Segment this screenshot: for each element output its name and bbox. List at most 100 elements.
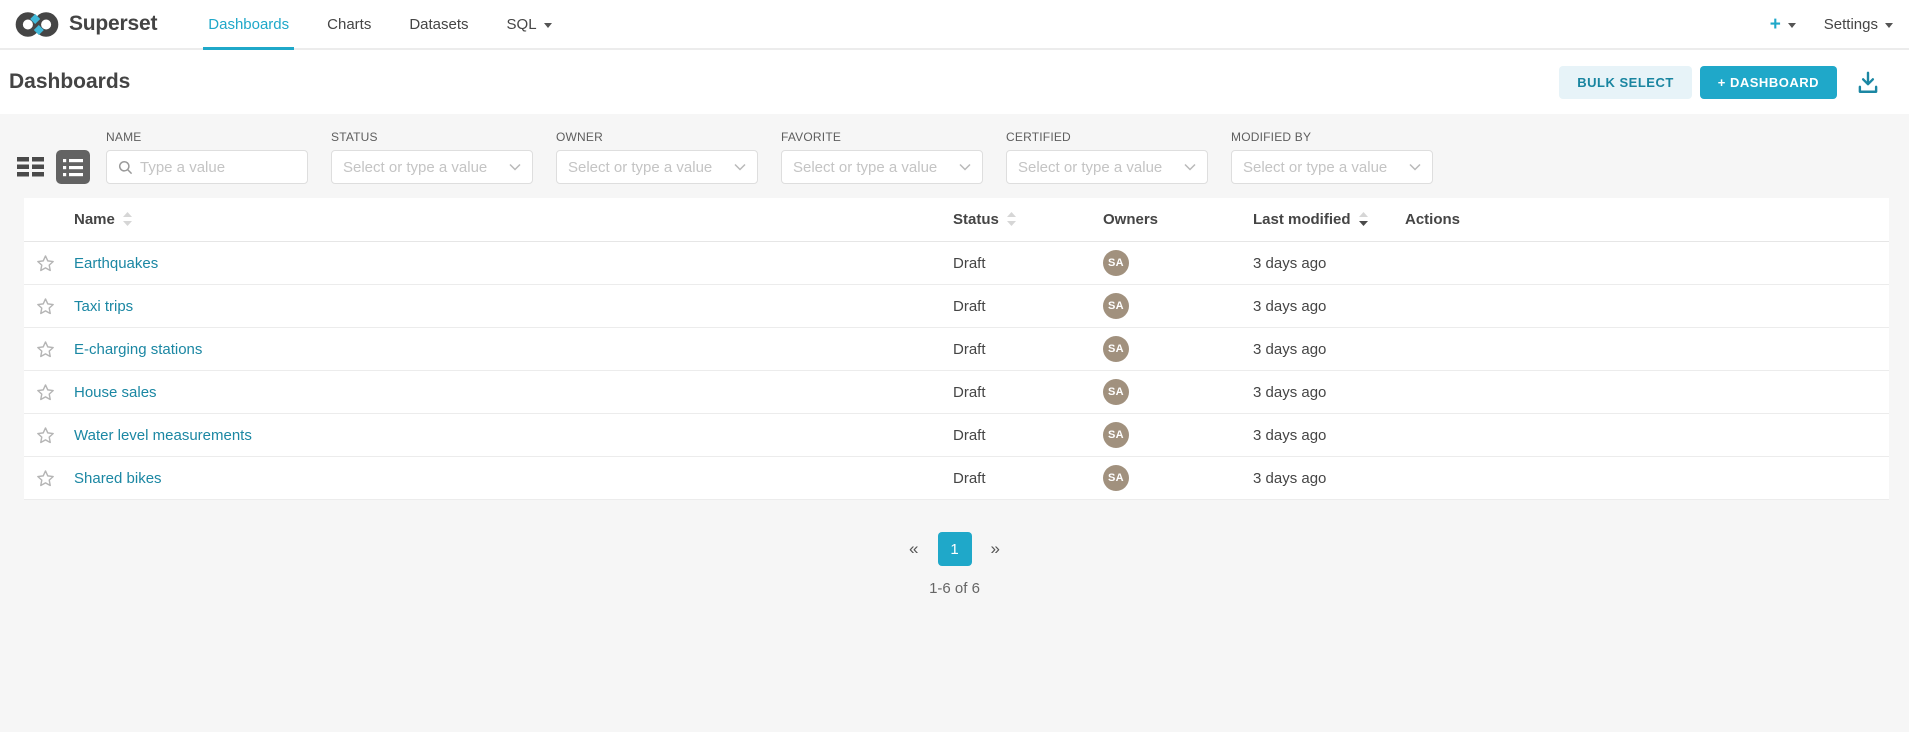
top-navbar: Superset Dashboards Charts Datasets SQL … xyxy=(0,0,1909,50)
dashboard-link[interactable]: Water level measurements xyxy=(74,427,252,444)
status-cell: Draft xyxy=(953,298,1103,315)
last-modified-cell: 3 days ago xyxy=(1253,384,1405,401)
page-title: Dashboards xyxy=(9,70,130,94)
nav-item-sql[interactable]: SQL xyxy=(488,0,571,48)
navbar-right: + Settings xyxy=(1770,15,1895,34)
favorite-star-button[interactable] xyxy=(36,383,55,402)
page-1-button[interactable]: 1 xyxy=(938,532,972,566)
pagination-summary: 1-6 of 6 xyxy=(0,580,1909,597)
filter-favorite: FAVORITE Select or type a value xyxy=(781,130,983,184)
dashboard-link[interactable]: E-charging stations xyxy=(74,341,202,358)
chevron-down-icon xyxy=(1885,23,1893,28)
superset-logo[interactable]: Superset xyxy=(14,11,157,38)
table-row: Earthquakes Draft SA 3 days ago xyxy=(24,242,1889,285)
sort-icon xyxy=(123,212,132,227)
superset-infinity-icon xyxy=(14,11,60,38)
owner-avatar: SA xyxy=(1103,336,1129,362)
last-modified-cell: 3 days ago xyxy=(1253,298,1405,315)
favorite-select[interactable]: Select or type a value xyxy=(781,150,983,184)
sort-icon xyxy=(1007,212,1016,227)
prev-page-button[interactable]: « xyxy=(905,535,922,563)
owner-avatar: SA xyxy=(1103,379,1129,405)
bulk-select-button[interactable]: BULK SELECT xyxy=(1559,66,1692,99)
list-view-toggle[interactable] xyxy=(56,150,90,184)
content-area: NAME STATUS Select or type a value xyxy=(0,114,1909,732)
column-header-actions: Actions xyxy=(1405,211,1889,228)
status-cell: Draft xyxy=(953,341,1103,358)
table-header-row: Name Status Owners Last modified xyxy=(24,198,1889,242)
last-modified-cell: 3 days ago xyxy=(1253,427,1405,444)
status-select[interactable]: Select or type a value xyxy=(331,150,533,184)
filter-label: STATUS xyxy=(331,130,533,144)
filter-label: MODIFIED BY xyxy=(1231,130,1433,144)
name-search-box xyxy=(106,150,308,184)
card-view-toggle[interactable] xyxy=(13,150,47,184)
brand-name: Superset xyxy=(69,12,157,36)
modified-by-select[interactable]: Select or type a value xyxy=(1231,150,1433,184)
search-icon xyxy=(118,160,133,175)
status-cell: Draft xyxy=(953,255,1103,272)
dashboard-link[interactable]: House sales xyxy=(74,384,157,401)
dashboard-link[interactable]: Shared bikes xyxy=(74,470,162,487)
table-row: E-charging stations Draft SA 3 days ago xyxy=(24,328,1889,371)
name-search-input[interactable] xyxy=(140,159,296,176)
chevron-down-icon xyxy=(1184,163,1196,171)
filter-certified: CERTIFIED Select or type a value xyxy=(1006,130,1208,184)
filter-status: STATUS Select or type a value xyxy=(331,130,533,184)
chevron-down-icon xyxy=(734,163,746,171)
owner-select[interactable]: Select or type a value xyxy=(556,150,758,184)
owner-avatar: SA xyxy=(1103,422,1129,448)
owner-avatar: SA xyxy=(1103,250,1129,276)
settings-menu-button[interactable]: Settings xyxy=(1824,16,1893,33)
filter-label: NAME xyxy=(106,130,308,144)
last-modified-cell: 3 days ago xyxy=(1253,341,1405,358)
dashboard-link[interactable]: Earthquakes xyxy=(74,255,158,272)
chevron-down-icon xyxy=(1409,163,1421,171)
table-row: Shared bikes Draft SA 3 days ago xyxy=(24,457,1889,500)
favorite-star-button[interactable] xyxy=(36,254,55,273)
table-row: Taxi trips Draft SA 3 days ago xyxy=(24,285,1889,328)
favorite-star-button[interactable] xyxy=(36,340,55,359)
nav-item-charts[interactable]: Charts xyxy=(308,0,390,48)
new-item-menu-button[interactable]: + xyxy=(1770,15,1796,34)
pagination: « 1 » xyxy=(0,532,1909,566)
chevron-down-icon xyxy=(959,163,971,171)
column-header-owners: Owners xyxy=(1103,211,1253,228)
chevron-down-icon xyxy=(509,163,521,171)
plus-icon: + xyxy=(1770,15,1781,34)
nav-item-datasets[interactable]: Datasets xyxy=(390,0,487,48)
dashboard-link[interactable]: Taxi trips xyxy=(74,298,133,315)
favorite-star-button[interactable] xyxy=(36,426,55,445)
certified-select[interactable]: Select or type a value xyxy=(1006,150,1208,184)
filter-modified-by: MODIFIED BY Select or type a value xyxy=(1231,130,1433,184)
nav-item-dashboards[interactable]: Dashboards xyxy=(189,0,308,48)
column-header-status[interactable]: Status xyxy=(953,211,1103,228)
main-nav: Dashboards Charts Datasets SQL xyxy=(189,0,570,48)
grid-icon xyxy=(17,157,44,177)
favorite-star-button[interactable] xyxy=(36,297,55,316)
last-modified-cell: 3 days ago xyxy=(1253,470,1405,487)
table-row: Water level measurements Draft SA 3 days… xyxy=(24,414,1889,457)
dashboards-table: Name Status Owners Last modified xyxy=(24,198,1889,500)
view-toggles xyxy=(13,150,90,184)
status-cell: Draft xyxy=(953,470,1103,487)
filter-bar: NAME STATUS Select or type a value xyxy=(0,130,1909,184)
filter-label: OWNER xyxy=(556,130,758,144)
sort-desc-icon xyxy=(1359,212,1368,227)
filter-name: NAME xyxy=(106,130,308,184)
owner-avatar: SA xyxy=(1103,465,1129,491)
chevron-down-icon xyxy=(544,23,552,28)
new-dashboard-button[interactable]: + DASHBOARD xyxy=(1700,66,1837,99)
header-actions: BULK SELECT + DASHBOARD xyxy=(1559,66,1881,99)
status-cell: Draft xyxy=(953,427,1103,444)
table-row: House sales Draft SA 3 days ago xyxy=(24,371,1889,414)
import-dashboards-button[interactable] xyxy=(1855,67,1881,97)
favorite-star-button[interactable] xyxy=(36,469,55,488)
filters: NAME STATUS Select or type a value xyxy=(106,130,1433,184)
column-header-last-modified[interactable]: Last modified xyxy=(1253,211,1405,228)
column-header-name[interactable]: Name xyxy=(74,211,953,228)
next-page-button[interactable]: » xyxy=(987,535,1004,563)
last-modified-cell: 3 days ago xyxy=(1253,255,1405,272)
filter-label: CERTIFIED xyxy=(1006,130,1208,144)
filter-label: FAVORITE xyxy=(781,130,983,144)
